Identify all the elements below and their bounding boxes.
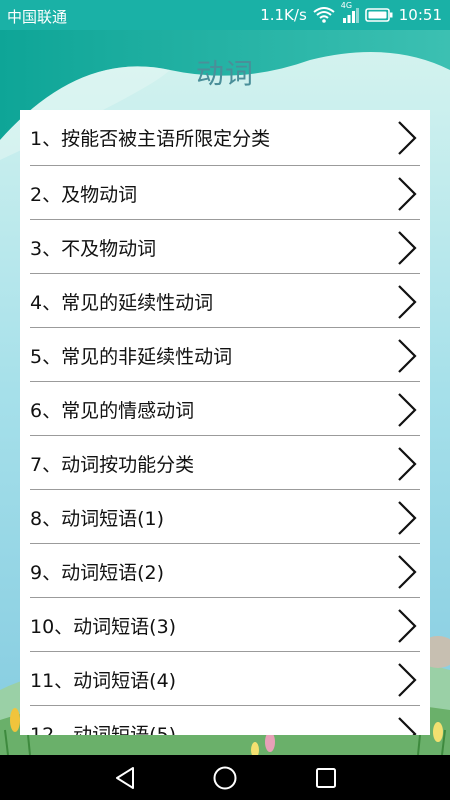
list-item[interactable]: 4、常见的延续性动词 xyxy=(30,274,420,328)
list-item[interactable]: 11、动词短语(4) xyxy=(30,652,420,706)
status-indicators: 1.1K/s 4G 10:51 xyxy=(260,1,442,24)
list-item[interactable]: 7、动词按功能分类 xyxy=(30,436,420,490)
list-item[interactable]: 5、常见的非延续性动词 xyxy=(30,328,420,382)
list-item[interactable]: 10、动词短语(3) xyxy=(30,598,420,652)
chevron-right-icon xyxy=(396,446,418,486)
list-item-label: 8、动词短语(1) xyxy=(30,508,165,530)
list-item-label: 3、不及物动词 xyxy=(30,238,157,260)
network-speed: 1.1K/s xyxy=(260,6,307,24)
chevron-right-icon xyxy=(396,338,418,378)
chevron-right-icon xyxy=(396,230,418,270)
chevron-right-icon xyxy=(396,500,418,540)
back-triangle-icon[interactable] xyxy=(112,765,138,795)
list-item-label: 4、常见的延续性动词 xyxy=(30,292,214,314)
chevron-right-icon xyxy=(396,662,418,702)
list-item-label: 12、动词短语(5) xyxy=(30,724,177,735)
list-item-label: 9、动词短语(2) xyxy=(30,562,165,584)
chevron-right-icon xyxy=(396,716,418,735)
status-bar: 中国联通 1.1K/s 4G 10:51 xyxy=(0,0,450,30)
list-item-label: 10、动词短语(3) xyxy=(30,616,177,638)
list-item[interactable]: 12、动词短语(5) xyxy=(30,706,420,735)
system-nav-bar xyxy=(0,755,450,800)
chevron-right-icon xyxy=(396,176,418,216)
clock: 10:51 xyxy=(398,6,442,24)
recents-square-icon[interactable] xyxy=(313,765,339,795)
chevron-right-icon xyxy=(396,284,418,324)
list-item-label: 7、动词按功能分类 xyxy=(30,454,195,476)
list-item[interactable]: 8、动词短语(1) xyxy=(30,490,420,544)
topic-list: 1、按能否被主语所限定分类 2、及物动词 3、不及物动词 4、常见的延续性动词 … xyxy=(20,110,430,735)
list-item-label: 1、按能否被主语所限定分类 xyxy=(30,128,271,150)
carrier-label: 中国联通 xyxy=(7,8,68,26)
cell-signal-icon: 4G xyxy=(341,1,359,23)
wifi-icon xyxy=(313,7,335,23)
page-title: 动词 xyxy=(195,57,254,90)
list-item[interactable]: 9、动词短语(2) xyxy=(30,544,420,598)
battery-icon xyxy=(364,8,393,22)
chevron-right-icon xyxy=(396,608,418,648)
list-item[interactable]: 1、按能否被主语所限定分类 xyxy=(30,110,420,166)
list-item-label: 6、常见的情感动词 xyxy=(30,400,195,422)
chevron-right-icon xyxy=(396,554,418,594)
chevron-right-icon xyxy=(396,392,418,432)
list-item[interactable]: 2、及物动词 xyxy=(30,166,420,220)
network-type: 4G xyxy=(340,1,353,10)
list-item[interactable]: 6、常见的情感动词 xyxy=(30,382,420,436)
list-item-label: 5、常见的非延续性动词 xyxy=(30,346,233,368)
chevron-right-icon xyxy=(396,120,418,160)
list-item-label: 11、动词短语(4) xyxy=(30,670,177,692)
list-item[interactable]: 3、不及物动词 xyxy=(30,220,420,274)
list-item-label: 2、及物动词 xyxy=(30,184,138,206)
home-circle-icon[interactable] xyxy=(212,765,238,795)
